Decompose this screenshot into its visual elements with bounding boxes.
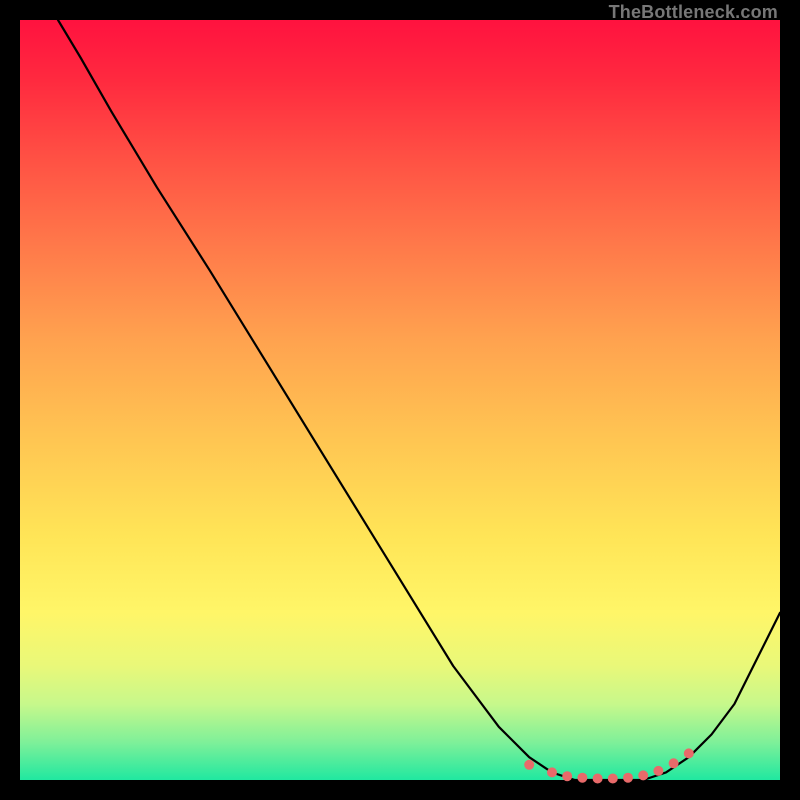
marker-dot [608, 774, 618, 784]
marker-dot [653, 766, 663, 776]
marker-dot [684, 748, 694, 758]
marker-dot [669, 758, 679, 768]
marker-dot [577, 773, 587, 783]
chart-frame: TheBottleneck.com [0, 0, 800, 800]
marker-dot [593, 774, 603, 784]
plot-area [20, 20, 780, 780]
marker-dot [623, 773, 633, 783]
chart-svg [20, 20, 780, 780]
flat-region-dots [524, 748, 694, 783]
marker-dot [524, 760, 534, 770]
marker-dot [638, 770, 648, 780]
bottleneck-curve [58, 20, 780, 780]
marker-dot [562, 771, 572, 781]
marker-dot [547, 767, 557, 777]
